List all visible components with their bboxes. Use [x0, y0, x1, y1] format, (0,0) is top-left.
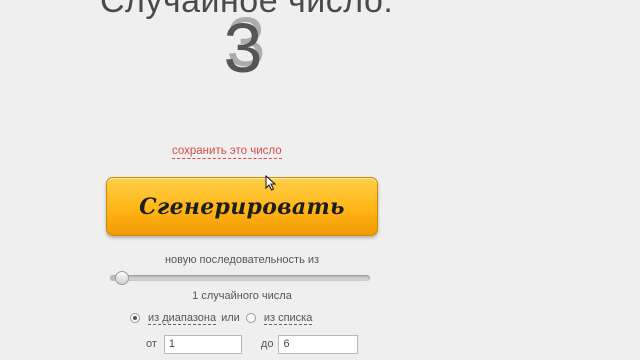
radio-from-list[interactable]: [245, 313, 256, 323]
range-to-input[interactable]: [278, 334, 359, 354]
radio-from-range[interactable]: [130, 313, 140, 323]
sequence-label: новую последовательность из: [164, 254, 320, 266]
mouse-cursor-icon: [265, 175, 277, 191]
from-range-label[interactable]: из диапазона: [148, 312, 217, 325]
save-number-link[interactable]: сохранить это число: [172, 145, 282, 159]
range-to-label: до: [260, 338, 274, 350]
source-mode-row: из диапазона или из списка: [130, 311, 313, 325]
range-row: от до: [146, 334, 359, 354]
sequence-count-label: 1 случайного числа: [192, 290, 292, 302]
slider-track: [110, 275, 370, 281]
slider-handle[interactable]: [114, 271, 129, 285]
from-list-label[interactable]: из списка: [263, 312, 313, 325]
random-number-result: 3: [223, 9, 263, 87]
or-label: или: [221, 312, 240, 324]
generate-button[interactable]: Сгенерировать: [106, 177, 378, 236]
sequence-count-slider[interactable]: [110, 271, 370, 285]
range-from-input[interactable]: [163, 334, 242, 354]
range-from-label: от: [146, 338, 157, 350]
